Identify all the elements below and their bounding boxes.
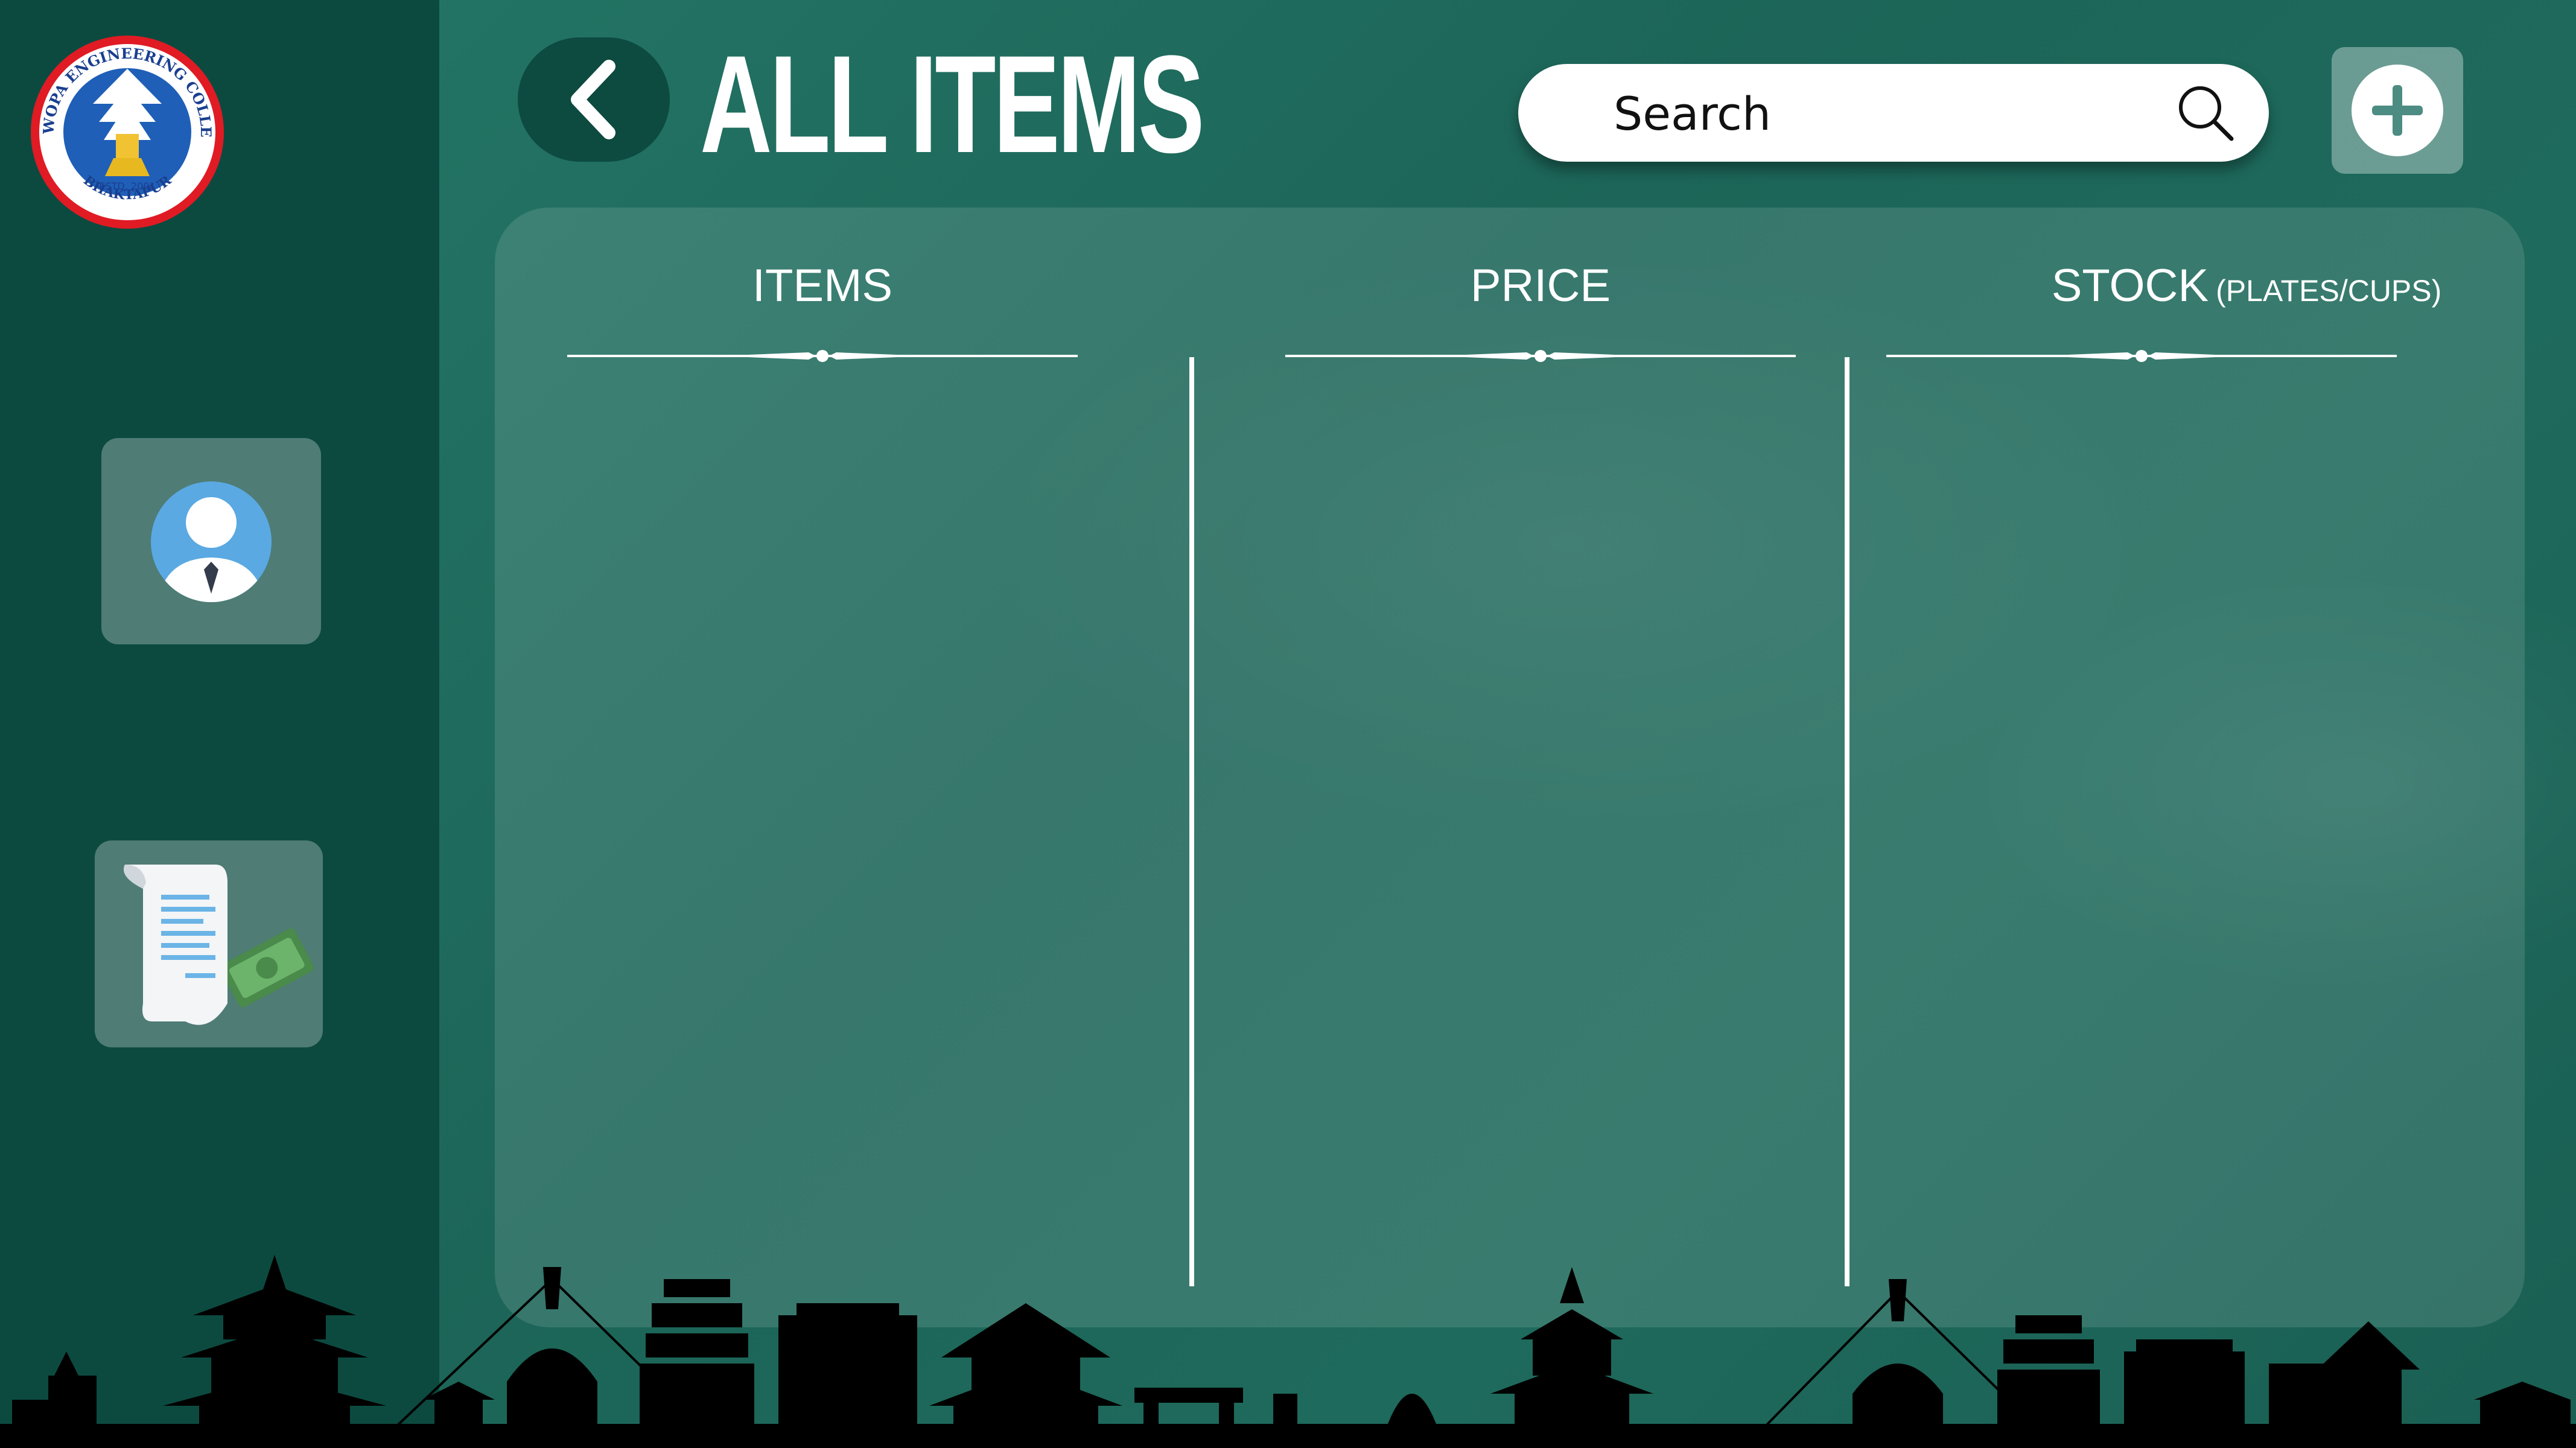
sidebar-item-profile[interactable] [101, 438, 321, 644]
header-ornament-divider [1886, 350, 2397, 362]
back-button[interactable] [518, 37, 670, 162]
header-ornament-divider [567, 350, 1078, 362]
column-header-items: ITEMS [752, 260, 893, 311]
column-header-stock: STOCK (PLATES/CUPS) [2051, 260, 2442, 311]
college-logo: KHWOPA ENGINEERING COLLEGE ESTD. 2001 BH… [27, 31, 224, 229]
column-separator [1189, 357, 1194, 1286]
header-ornament-divider [1285, 350, 1796, 362]
items-table-panel [495, 208, 2525, 1327]
plus-circle-icon [2352, 65, 2443, 156]
chevron-left-icon [571, 60, 615, 139]
column-header-price: PRICE [1470, 260, 1611, 311]
page-title: ALL ITEMS [700, 27, 1204, 182]
search-bar[interactable] [1518, 64, 2269, 163]
search-icon[interactable] [2175, 82, 2236, 144]
temple-skyline-silhouette [0, 1255, 2576, 1448]
column-separator [1845, 357, 1849, 1286]
user-profile-icon [151, 481, 272, 602]
search-input[interactable] [1612, 64, 2146, 163]
sidebar-item-billing[interactable] [95, 840, 323, 1047]
sidebar: KHWOPA ENGINEERING COLLEGE ESTD. 2001 BH… [0, 0, 439, 1448]
bill-receipt-icon [124, 865, 314, 1025]
add-item-button[interactable] [2332, 47, 2463, 174]
